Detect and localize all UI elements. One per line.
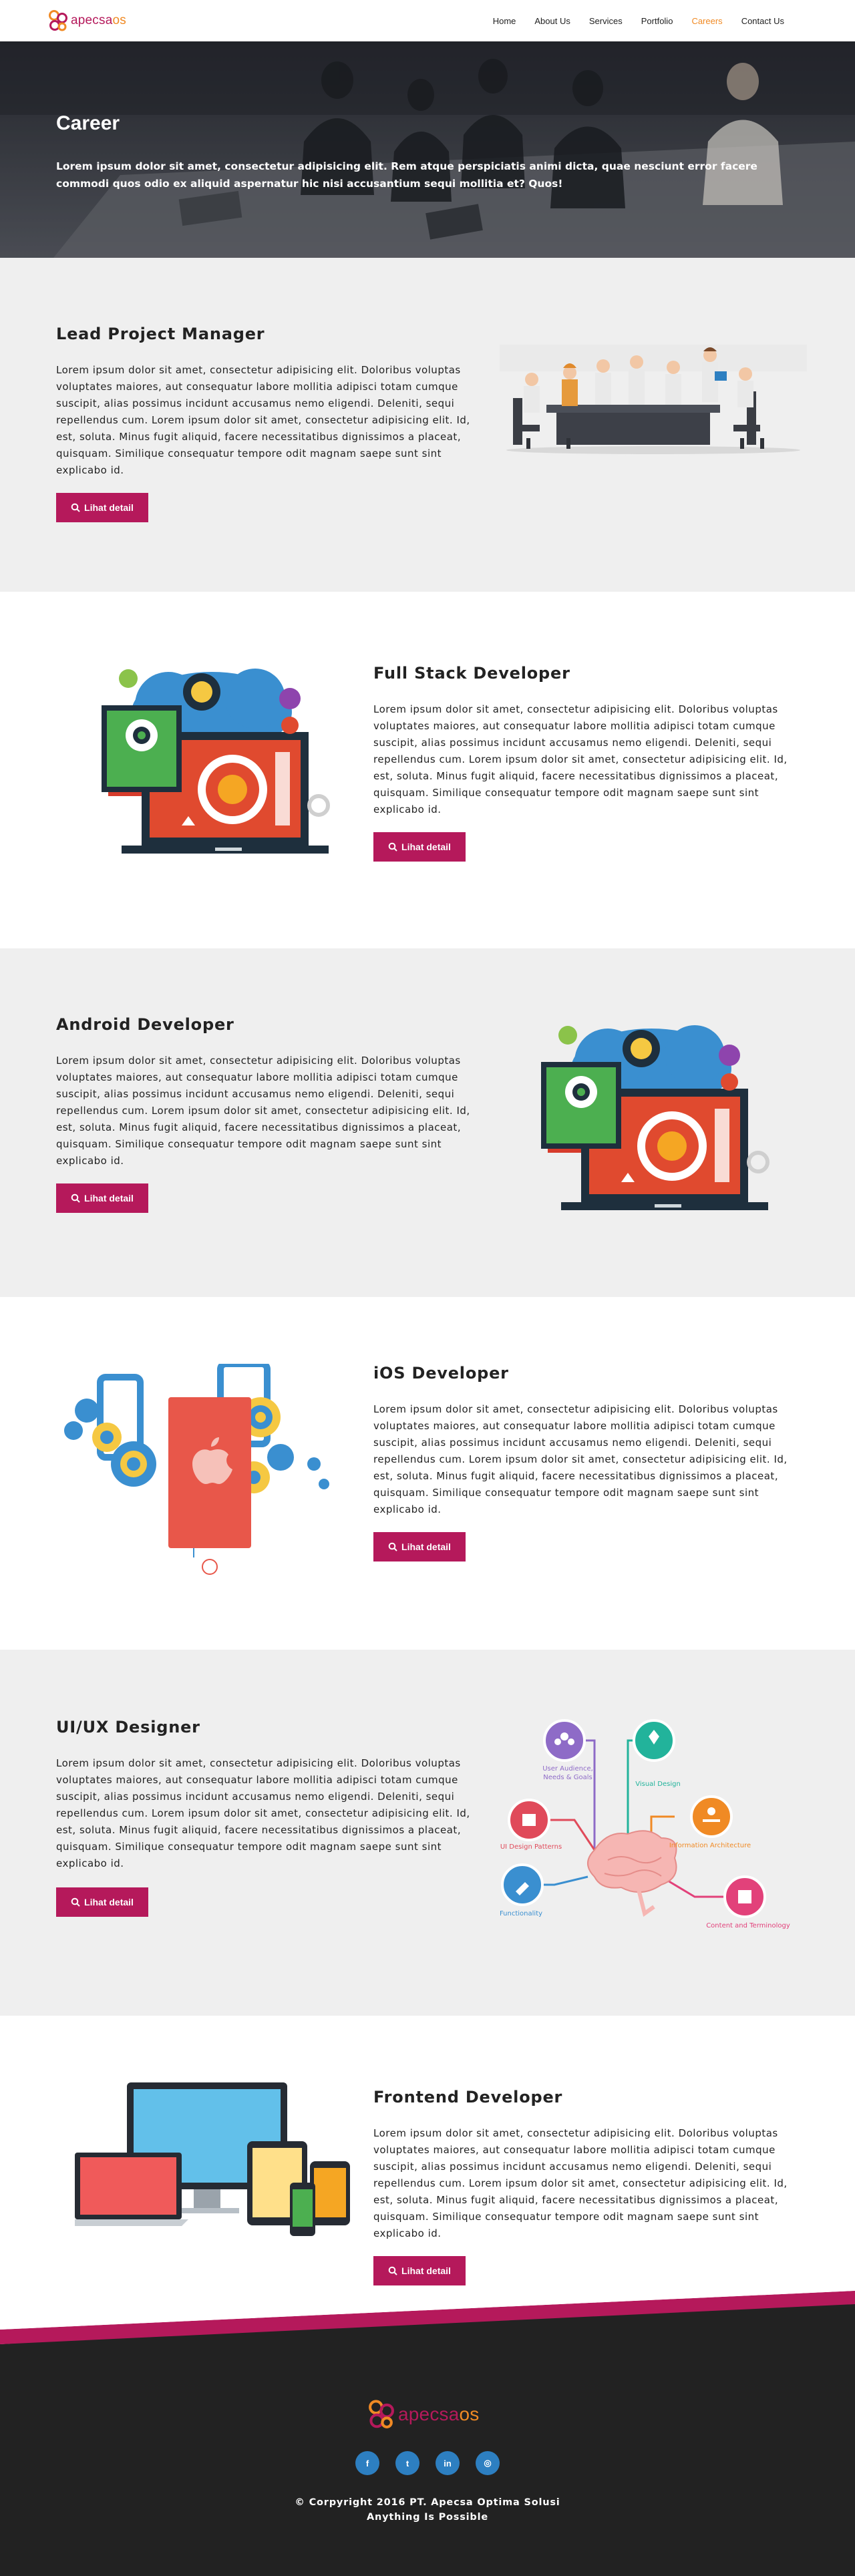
view-detail-button[interactable]: Lihat detail [373, 1532, 466, 1561]
footer-logo[interactable]: apecsaos [367, 2399, 479, 2430]
job-title: Android Developer [56, 1015, 234, 1034]
meeting-illustration [500, 345, 807, 454]
footer-diagonal-band [0, 2291, 855, 2344]
job-description: Lorem ipsum dolor sit amet, consectetur … [373, 1403, 788, 1515]
job-description: Lorem ipsum dolor sit amet, consectetur … [56, 1757, 470, 1869]
search-icon [388, 2266, 397, 2275]
diagram-label-functionality: Functionality [499, 1910, 543, 1917]
brand-logo[interactable]: apecsaos [48, 9, 126, 32]
instagram-icon[interactable]: ◎ [476, 2451, 500, 2475]
job-description: Lorem ipsum dolor sit amet, consectetur … [373, 703, 788, 815]
gears-laptop-illustration [102, 669, 330, 854]
job-section-frontend-developer: Frontend Developer Lorem ipsum dolor sit… [0, 2016, 855, 2291]
search-icon [71, 1193, 80, 1203]
job-description: Lorem ipsum dolor sit amet, consectetur … [56, 364, 470, 476]
job-section-full-stack-developer: Full Stack Developer Lorem ipsum dolor s… [0, 592, 855, 948]
social-links: f t in ◎ [355, 2451, 500, 2475]
logo-mark-icon [49, 10, 67, 31]
diagram-label-ui-patterns: UI Design Patterns [500, 1843, 562, 1851]
gears-laptop-illustration [541, 1025, 770, 1210]
view-detail-button[interactable]: Lihat detail [373, 832, 466, 862]
view-detail-button[interactable]: Lihat detail [373, 2256, 466, 2285]
page-title: Career [56, 112, 120, 134]
tagline: Anything Is Possible [366, 2512, 489, 2523]
view-detail-button[interactable]: Lihat detail [56, 1887, 148, 1917]
copyright-line: © Corpyright 2016 PT. Apecsa Optima Solu… [295, 2497, 560, 2508]
twitter-icon[interactable]: t [395, 2451, 419, 2475]
nav-contact-us[interactable]: Contact Us [741, 16, 784, 26]
footer: apecsaos f t in ◎ © Corpyright 2016 PT. … [0, 2344, 855, 2576]
job-section-ios-developer: iOS Developer Lorem ipsum dolor sit amet… [0, 1297, 855, 1650]
view-detail-button[interactable]: Lihat detail [56, 493, 148, 522]
logo-mark-icon [369, 2400, 394, 2428]
job-section-android-developer: Android Developer Lorem ipsum dolor sit … [0, 948, 855, 1297]
job-title: Lead Project Manager [56, 325, 265, 343]
hero-meeting-photo [0, 41, 855, 258]
job-title: UI/UX Designer [56, 1718, 200, 1736]
phone-gears-illustration [64, 1364, 329, 1575]
diagram-label-info-architecture: Information Architecture [669, 1842, 751, 1849]
diagram-label-audience: User Audience, Needs & Goals [542, 1765, 593, 1781]
nav-careers[interactable]: Careers [691, 16, 722, 26]
nav-home[interactable]: Home [493, 16, 516, 26]
hero-banner: Career Lorem ipsum dolor sit amet, conse… [0, 41, 855, 258]
nav-services[interactable]: Services [589, 16, 623, 26]
job-section-lead-project-manager: Lead Project Manager Lorem ipsum dolor s… [0, 258, 855, 592]
search-icon [71, 1897, 80, 1907]
job-description: Lorem ipsum dolor sit amet, consectetur … [373, 2127, 788, 2239]
hero-subtitle: Lorem ipsum dolor sit amet, consectetur … [56, 160, 757, 190]
search-icon [388, 1542, 397, 1551]
footer-logo-text: apecsaos [398, 2404, 480, 2424]
job-section-uiux-designer: UI/UX Designer Lorem ipsum dolor sit ame… [0, 1650, 855, 2016]
view-detail-button[interactable]: Lihat detail [56, 1183, 148, 1213]
main-menu: Home About Us Services Portfolio Careers… [493, 0, 784, 41]
top-navbar: apecsaos Home About Us Services Portfoli… [0, 0, 855, 41]
logo-text: apecsaos [71, 13, 126, 27]
search-icon [388, 842, 397, 852]
devices-illustration [75, 2082, 350, 2236]
linkedin-icon[interactable]: in [436, 2451, 460, 2475]
job-title: Full Stack Developer [373, 664, 570, 683]
job-description: Lorem ipsum dolor sit amet, consectetur … [56, 1055, 470, 1167]
nav-about-us[interactable]: About Us [534, 16, 570, 26]
diagram-label-visual-design: Visual Design [635, 1781, 681, 1788]
search-icon [71, 503, 80, 512]
diagram-label-content: Content and Terminology [706, 1922, 790, 1929]
job-title: Frontend Developer [373, 2088, 563, 2106]
facebook-icon[interactable]: f [355, 2451, 379, 2475]
nav-portfolio[interactable]: Portfolio [641, 16, 673, 26]
copyright: © Corpyright 2016 PT. Apecsa Optima Solu… [0, 2495, 855, 2525]
job-title: iOS Developer [373, 1364, 509, 1383]
uxui-brain-diagram: User Audience, Needs & Goals Visual Desi… [494, 1716, 808, 1944]
uxui-diagram-graphic [501, 1719, 766, 1918]
